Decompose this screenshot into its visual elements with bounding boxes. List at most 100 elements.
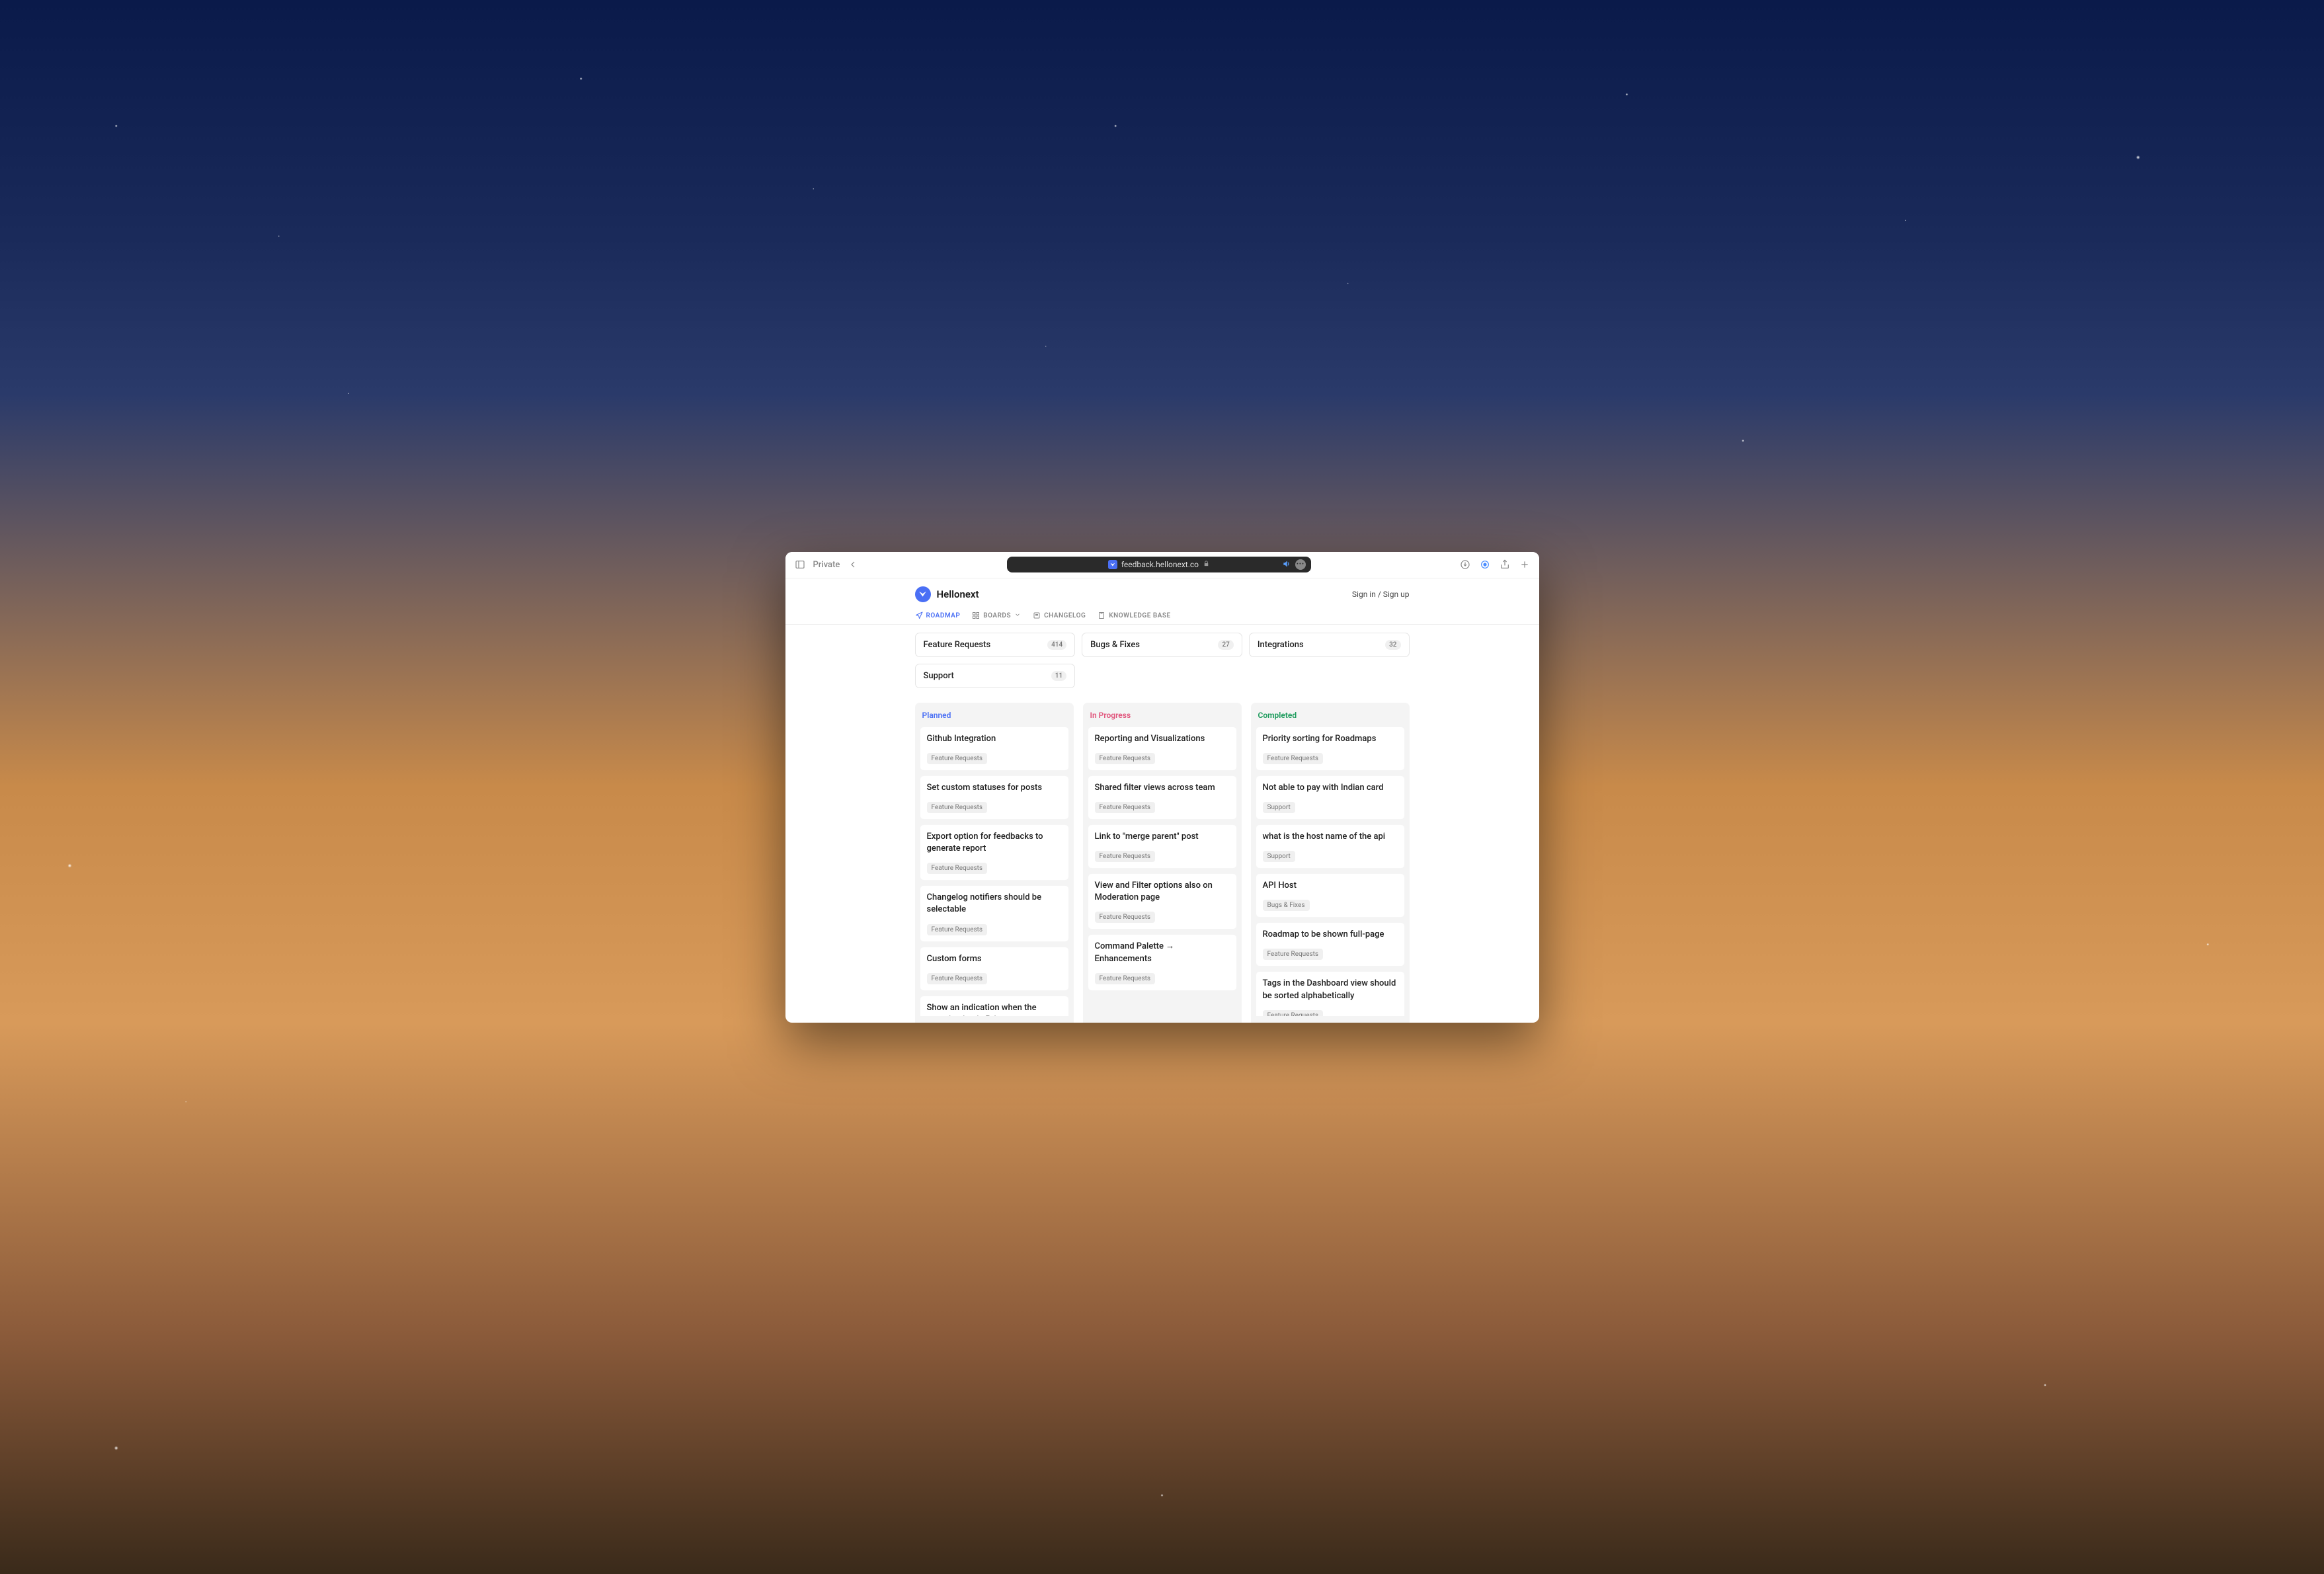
board-tile-count: 11 — [1051, 671, 1066, 681]
board-tile-bugs-fixes[interactable]: Bugs & Fixes 27 — [1082, 633, 1242, 657]
brand[interactable]: Hellonext — [915, 586, 979, 602]
kanban-col-planned: Planned Github Integration Feature Reque… — [915, 703, 1074, 1023]
card-tag: Feature Requests — [1263, 949, 1324, 960]
site-favicon — [1108, 560, 1117, 569]
board-tile-integrations[interactable]: Integrations 32 — [1249, 633, 1410, 657]
card-title: Not able to pay with Indian card — [1263, 782, 1398, 794]
roadmap-card[interactable]: Export option for feedbacks to generate … — [920, 824, 1069, 881]
roadmap-card[interactable]: View and Filter options also on Moderati… — [1088, 873, 1237, 929]
col-body-planned: Github Integration Feature Requests Set … — [920, 727, 1069, 1016]
roadmap-card[interactable]: Priority sorting for Roadmaps Feature Re… — [1256, 727, 1405, 771]
app-nav: ROADMAP BOARDS CHANGELOG KNOWLEDGE BASE — [785, 602, 1539, 625]
board-tile-support[interactable]: Support 11 — [915, 664, 1076, 688]
card-title: Reporting and Visualizations — [1095, 733, 1230, 745]
roadmap-card[interactable]: API Host Bugs & Fixes — [1256, 873, 1405, 918]
board-tile-title: Bugs & Fixes — [1090, 640, 1140, 650]
roadmap-card[interactable]: Custom forms Feature Requests — [920, 947, 1069, 991]
card-tag: Feature Requests — [1095, 851, 1156, 862]
new-tab-icon[interactable] — [1519, 559, 1530, 570]
board-tile-count: 414 — [1047, 640, 1066, 650]
sound-icon[interactable] — [1282, 559, 1291, 571]
col-body-completed: Priority sorting for Roadmaps Feature Re… — [1256, 727, 1405, 1016]
roadmap-card[interactable]: Changelog notifiers should be selectable… — [920, 885, 1069, 941]
card-tag: Feature Requests — [927, 802, 988, 813]
card-tag: Feature Requests — [1263, 1010, 1324, 1016]
back-icon[interactable] — [848, 559, 858, 570]
nav-changelog[interactable]: CHANGELOG — [1033, 608, 1086, 624]
board-tile-title: Feature Requests — [924, 640, 991, 650]
roadmap-card[interactable]: Shared filter views across team Feature … — [1088, 775, 1237, 820]
card-title: Github Integration — [927, 733, 1062, 745]
nav-boards[interactable]: BOARDS — [972, 608, 1021, 624]
url-bar[interactable]: feedback.hellonext.co ••• — [1007, 557, 1311, 572]
card-tag: Feature Requests — [1095, 753, 1156, 764]
share-icon[interactable] — [1500, 559, 1510, 570]
nav-boards-label: BOARDS — [983, 612, 1011, 619]
roadmap-card[interactable]: Github Integration Feature Requests — [920, 727, 1069, 771]
nav-kb-label: KNOWLEDGE BASE — [1109, 612, 1170, 619]
nav-knowledge-base[interactable]: KNOWLEDGE BASE — [1098, 608, 1170, 624]
app-content: Hellonext Sign in / Sign up ROADMAP BOAR… — [785, 578, 1539, 1023]
card-tag: Feature Requests — [1095, 802, 1156, 813]
card-tag: Support — [1263, 802, 1295, 813]
card-title: View and Filter options also on Moderati… — [1095, 880, 1230, 904]
card-tag: Feature Requests — [927, 753, 988, 764]
card-title: Link to "merge parent" post — [1095, 831, 1230, 843]
lock-icon — [1203, 560, 1210, 569]
roadmap-card[interactable]: Show an indication when the organization… — [920, 996, 1069, 1016]
col-body-in-progress: Reporting and Visualizations Feature Req… — [1088, 727, 1237, 1016]
board-tile-feature-requests[interactable]: Feature Requests 414 — [915, 633, 1076, 657]
roadmap-card[interactable]: Command Palette → Enhancements Feature R… — [1088, 934, 1237, 990]
roadmap-card[interactable]: Set custom statuses for posts Feature Re… — [920, 775, 1069, 820]
card-tag: Support — [1263, 851, 1295, 862]
boards-row: Feature Requests 414 Bugs & Fixes 27 Int… — [785, 625, 1539, 688]
nav-roadmap-label: ROADMAP — [926, 612, 961, 619]
reader-icon[interactable] — [1480, 559, 1490, 570]
card-tag: Feature Requests — [1095, 912, 1156, 923]
card-tag: Bugs & Fixes — [1263, 900, 1310, 911]
brand-logo-icon — [915, 586, 931, 602]
app-header: Hellonext Sign in / Sign up — [785, 578, 1539, 602]
downloads-icon[interactable] — [1460, 559, 1470, 570]
roadmap-card[interactable]: what is the host name of the api Support — [1256, 824, 1405, 869]
kanban-col-completed: Completed Priority sorting for Roadmaps … — [1251, 703, 1410, 1023]
card-title: Show an indication when the organization… — [927, 1002, 1062, 1016]
card-title: Export option for feedbacks to generate … — [927, 831, 1062, 855]
kanban-col-in-progress: In Progress Reporting and Visualizations… — [1083, 703, 1242, 1023]
roadmap-card[interactable]: Roadmap to be shown full-page Feature Re… — [1256, 922, 1405, 966]
card-title: Custom forms — [927, 953, 1062, 965]
brand-name: Hellonext — [937, 588, 979, 600]
card-title: Tags in the Dashboard view should be sor… — [1263, 978, 1398, 1002]
card-title: API Host — [1263, 880, 1398, 892]
board-tile-count: 32 — [1385, 640, 1400, 650]
private-label: Private — [813, 560, 840, 570]
col-header-completed: Completed — [1256, 709, 1405, 727]
card-title: Changelog notifiers should be selectable — [927, 892, 1062, 916]
nav-roadmap[interactable]: ROADMAP — [915, 608, 961, 624]
card-tag: Feature Requests — [927, 973, 988, 984]
card-title: Command Palette → Enhancements — [1095, 941, 1230, 964]
card-title: what is the host name of the api — [1263, 831, 1398, 843]
col-header-planned: Planned — [920, 709, 1069, 727]
nav-changelog-label: CHANGELOG — [1044, 612, 1086, 619]
roadmap-card[interactable]: Reporting and Visualizations Feature Req… — [1088, 727, 1237, 771]
signin-signup-link[interactable]: Sign in / Sign up — [1352, 590, 1410, 599]
url-text: feedback.hellonext.co — [1121, 560, 1199, 569]
card-tag: Feature Requests — [927, 924, 988, 935]
card-title: Shared filter views across team — [1095, 782, 1230, 794]
board-tile-count: 27 — [1218, 640, 1233, 650]
roadmap-card[interactable]: Tags in the Dashboard view should be sor… — [1256, 971, 1405, 1015]
roadmap-card[interactable]: Link to "merge parent" post Feature Requ… — [1088, 824, 1237, 869]
card-tag: Feature Requests — [927, 863, 988, 874]
browser-window: Private feedback.hellonext.co ••• — [785, 552, 1539, 1023]
more-icon[interactable]: ••• — [1295, 559, 1306, 570]
card-tag: Feature Requests — [1263, 753, 1324, 764]
card-title: Roadmap to be shown full-page — [1263, 929, 1398, 941]
roadmap-card[interactable]: Not able to pay with Indian card Support — [1256, 775, 1405, 820]
board-tile-title: Support — [924, 671, 954, 681]
chevron-down-icon — [1014, 611, 1021, 620]
card-title: Priority sorting for Roadmaps — [1263, 733, 1398, 745]
kanban: Planned Github Integration Feature Reque… — [915, 703, 1410, 1023]
board-tile-title: Integrations — [1258, 640, 1304, 650]
sidebar-toggle-icon[interactable] — [795, 559, 805, 570]
